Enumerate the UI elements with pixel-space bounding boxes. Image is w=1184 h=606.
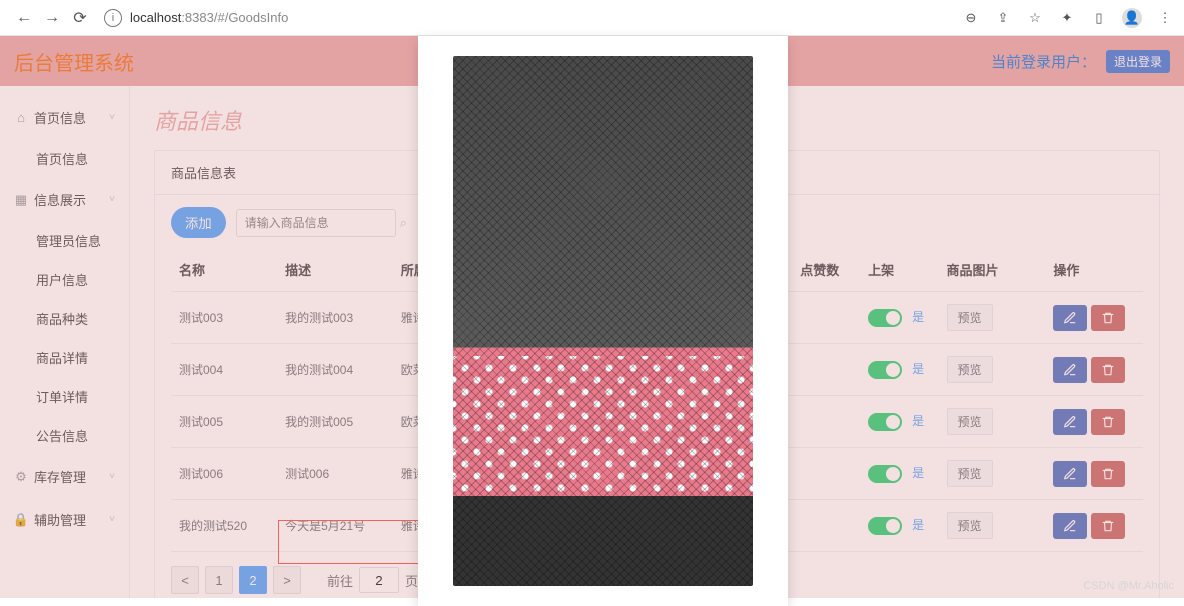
info-icon: i xyxy=(104,9,122,27)
back-button[interactable]: ← xyxy=(10,4,38,32)
browser-toolbar: ← → ⟳ i localhost:8383/#/GoodsInfo ⊖ ⇪ ☆… xyxy=(0,0,1184,36)
panel-icon[interactable]: ▯ xyxy=(1090,9,1108,27)
image-preview-modal xyxy=(418,36,788,606)
url-host: localhost xyxy=(130,10,181,25)
preview-image xyxy=(453,56,753,586)
kebab-menu-icon[interactable]: ⋮ xyxy=(1156,9,1174,27)
share-icon[interactable]: ⇪ xyxy=(994,9,1012,27)
zoom-icon[interactable]: ⊖ xyxy=(962,9,980,27)
url-path: /#/GoodsInfo xyxy=(214,10,288,25)
star-icon[interactable]: ☆ xyxy=(1026,9,1044,27)
watermark: CSDN @Mr.Aholic xyxy=(1083,580,1174,592)
extensions-icon[interactable]: ✦ xyxy=(1058,9,1076,27)
url-text: localhost:8383/#/GoodsInfo xyxy=(130,10,288,25)
reload-button[interactable]: ⟳ xyxy=(66,4,94,32)
forward-button[interactable]: → xyxy=(38,4,66,32)
profile-avatar[interactable]: 👤 xyxy=(1122,8,1142,28)
url-port: :8383 xyxy=(181,10,214,25)
address-bar[interactable]: i localhost:8383/#/GoodsInfo xyxy=(104,9,288,27)
